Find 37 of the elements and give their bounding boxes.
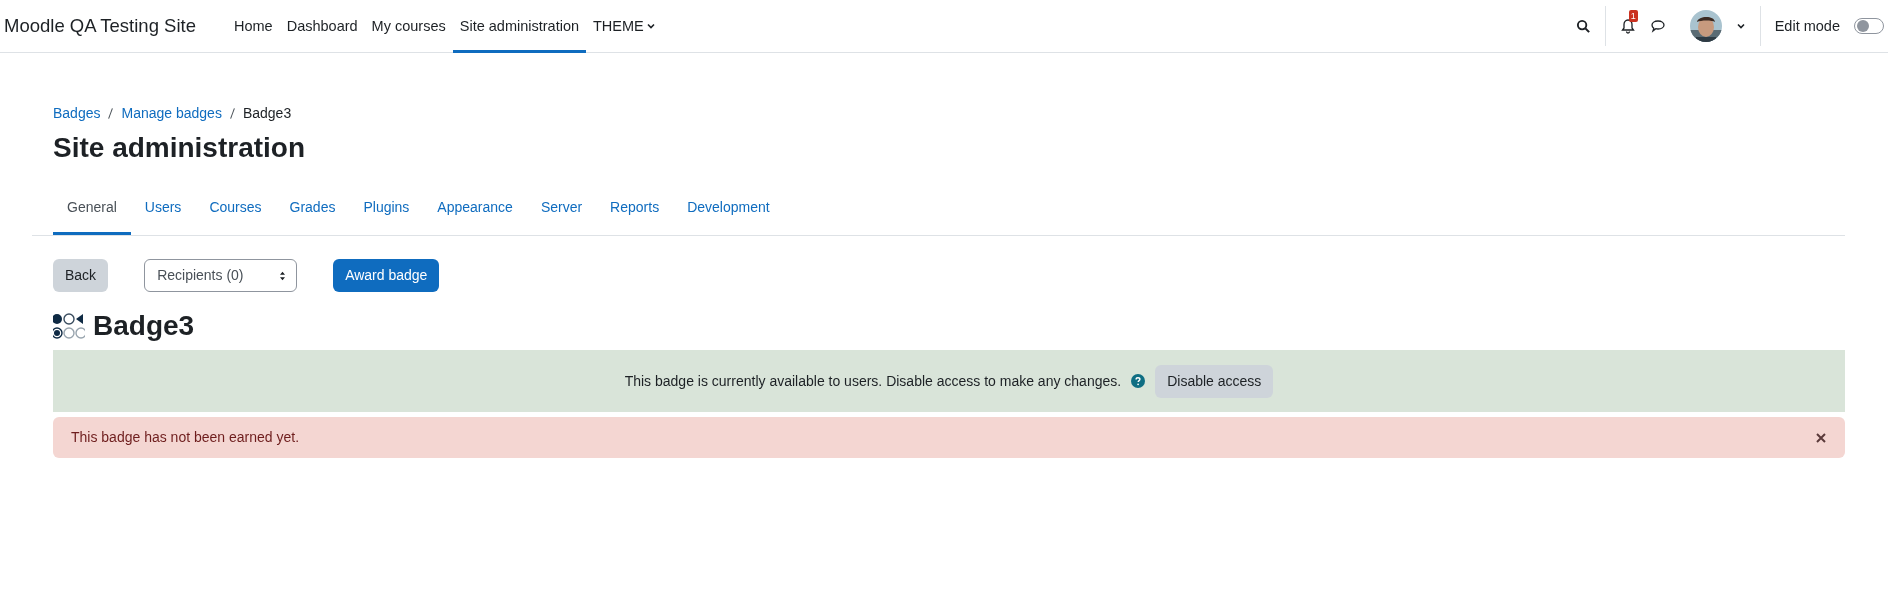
message-icon[interactable] — [1649, 18, 1666, 34]
alert-text: This badge has not been earned yet. — [71, 429, 300, 445]
notification-count: 1 — [1628, 10, 1638, 22]
tab[interactable]: Server — [526, 184, 597, 235]
breadcrumb-link[interactable]: Manage badges — [121, 105, 222, 121]
breadcrumb-current: Badge3 — [242, 105, 292, 121]
nav-link[interactable]: Home — [226, 0, 280, 53]
nav-link[interactable]: Site administration — [452, 0, 586, 53]
nav-link[interactable]: Dashboard — [279, 0, 365, 53]
nav-link[interactable]: My courses — [364, 0, 453, 53]
disable-access-button[interactable]: Disable access — [1155, 364, 1274, 398]
tab[interactable]: Development — [673, 184, 784, 235]
badge-icon — [53, 312, 85, 340]
edit-mode-label: Edit mode — [1774, 18, 1840, 34]
site-name[interactable]: Moodle QA Testing Site — [4, 15, 196, 37]
caret-icon[interactable] — [1735, 21, 1746, 31]
help-icon[interactable] — [1131, 374, 1146, 388]
notice-text: This badge is currently available to users. Disable access to make any changes. — [624, 373, 1122, 389]
tab[interactable]: Appearance — [423, 184, 527, 235]
page-title: Site administration — [53, 132, 307, 164]
nav-link[interactable]: THEME — [586, 0, 663, 53]
search-icon[interactable] — [1575, 18, 1591, 34]
close-icon[interactable] — [1815, 431, 1827, 444]
tab[interactable]: Courses — [195, 184, 276, 235]
bell-icon[interactable] — [1619, 18, 1636, 34]
sort-arrows-icon — [279, 270, 287, 281]
tab[interactable]: Grades — [275, 184, 350, 235]
breadcrumb-link[interactable]: Badges — [53, 105, 101, 121]
award-badge-button[interactable]: Award badge — [333, 259, 440, 292]
caret-icon — [645, 21, 656, 31]
back-button[interactable]: Back — [53, 259, 109, 292]
tab[interactable]: Reports — [596, 184, 674, 235]
tab[interactable]: Users — [130, 184, 196, 235]
tab[interactable]: General — [53, 184, 131, 235]
recipients-select[interactable]: Recipients (0) — [144, 259, 298, 292]
tab[interactable]: Plugins — [349, 184, 424, 235]
badge-title: Badge3 — [93, 310, 195, 342]
